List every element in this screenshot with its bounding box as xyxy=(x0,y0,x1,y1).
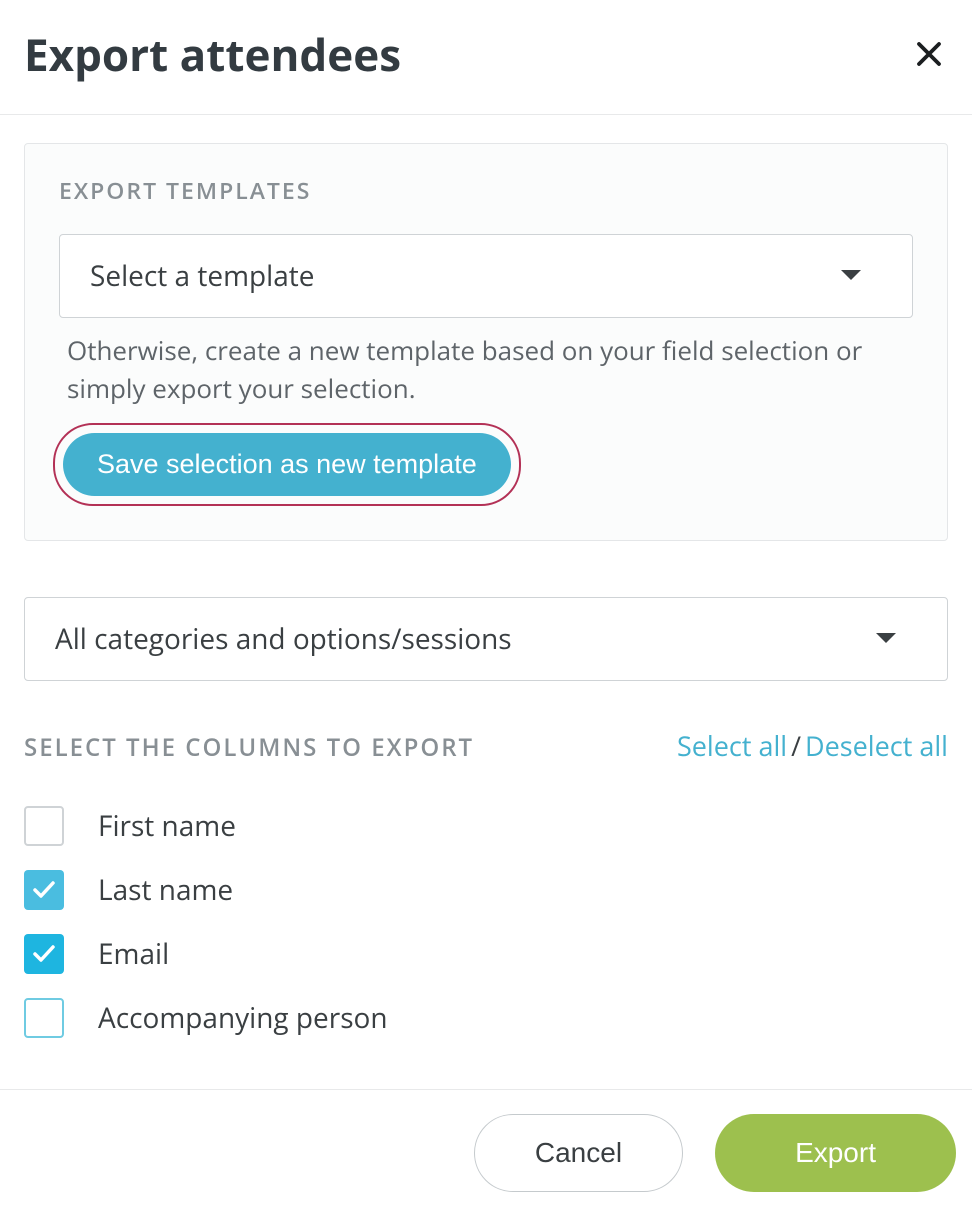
checkbox-last-name[interactable] xyxy=(24,870,64,910)
category-select-value: All categories and options/sessions xyxy=(55,620,512,658)
checkbox-label: Accompanying person xyxy=(98,999,388,1037)
checkbox-label: Email xyxy=(98,935,169,973)
export-button[interactable]: Export xyxy=(715,1114,956,1192)
category-select[interactable]: All categories and options/sessions xyxy=(24,597,948,681)
dialog-title: Export attendees xyxy=(24,24,401,84)
column-row-accompanying-person: Accompanying person xyxy=(24,998,948,1038)
save-template-highlight: Save selection as new template xyxy=(53,423,521,506)
select-all-link[interactable]: Select all xyxy=(677,727,787,764)
checkbox-first-name[interactable] xyxy=(24,806,64,846)
export-templates-panel: EXPORT TEMPLATES Select a template Other… xyxy=(24,143,948,541)
dialog-body: EXPORT TEMPLATES Select a template Other… xyxy=(0,115,972,1038)
template-select[interactable]: Select a template xyxy=(59,234,913,318)
check-icon xyxy=(32,944,56,964)
cancel-button[interactable]: Cancel xyxy=(474,1114,683,1192)
save-selection-as-template-button[interactable]: Save selection as new template xyxy=(63,433,511,496)
checkbox-label: First name xyxy=(98,807,236,845)
columns-header: SELECT THE COLUMNS TO EXPORT Select all/… xyxy=(24,727,948,764)
checkbox-accompanying-person[interactable] xyxy=(24,998,64,1038)
checkbox-label: Last name xyxy=(98,871,233,909)
dialog-header: Export attendees xyxy=(0,0,972,115)
caret-down-icon xyxy=(840,269,862,283)
deselect-all-link[interactable]: Deselect all xyxy=(805,727,948,764)
dialog-footer: Cancel Export xyxy=(0,1089,972,1216)
column-row-first-name: First name xyxy=(24,806,948,846)
template-helper-text: Otherwise, create a new template based o… xyxy=(59,332,913,407)
checkbox-email[interactable] xyxy=(24,934,64,974)
columns-checkbox-list: First name Last name Email Accompanying … xyxy=(24,806,948,1038)
template-select-wrap: Select a template xyxy=(59,234,913,318)
template-select-value: Select a template xyxy=(90,257,314,295)
separator: / xyxy=(791,727,801,764)
columns-heading: SELECT THE COLUMNS TO EXPORT xyxy=(24,731,474,764)
category-select-wrap: All categories and options/sessions xyxy=(24,597,948,681)
check-icon xyxy=(32,880,56,900)
column-row-last-name: Last name xyxy=(24,870,948,910)
column-row-email: Email xyxy=(24,934,948,974)
caret-down-icon xyxy=(875,632,897,646)
close-icon[interactable] xyxy=(910,35,948,73)
export-templates-heading: EXPORT TEMPLATES xyxy=(59,174,913,206)
select-link-group: Select all/Deselect all xyxy=(677,727,948,764)
